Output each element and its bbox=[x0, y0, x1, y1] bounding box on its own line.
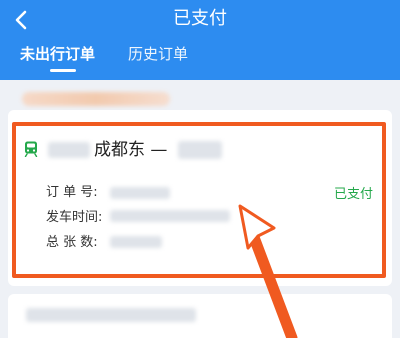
highlight-box bbox=[12, 122, 386, 278]
blurred-next-order-text bbox=[26, 308, 196, 322]
next-order-card[interactable] bbox=[8, 294, 392, 338]
app-header: 已支付 未出行订单 历史订单 bbox=[0, 0, 400, 80]
tab-history-orders[interactable]: 历史订单 bbox=[128, 44, 188, 64]
active-tab-indicator bbox=[50, 69, 76, 72]
tab-upcoming-orders[interactable]: 未出行订单 bbox=[20, 44, 95, 64]
page-title: 已支付 bbox=[173, 8, 227, 29]
blurred-notice bbox=[22, 92, 170, 106]
